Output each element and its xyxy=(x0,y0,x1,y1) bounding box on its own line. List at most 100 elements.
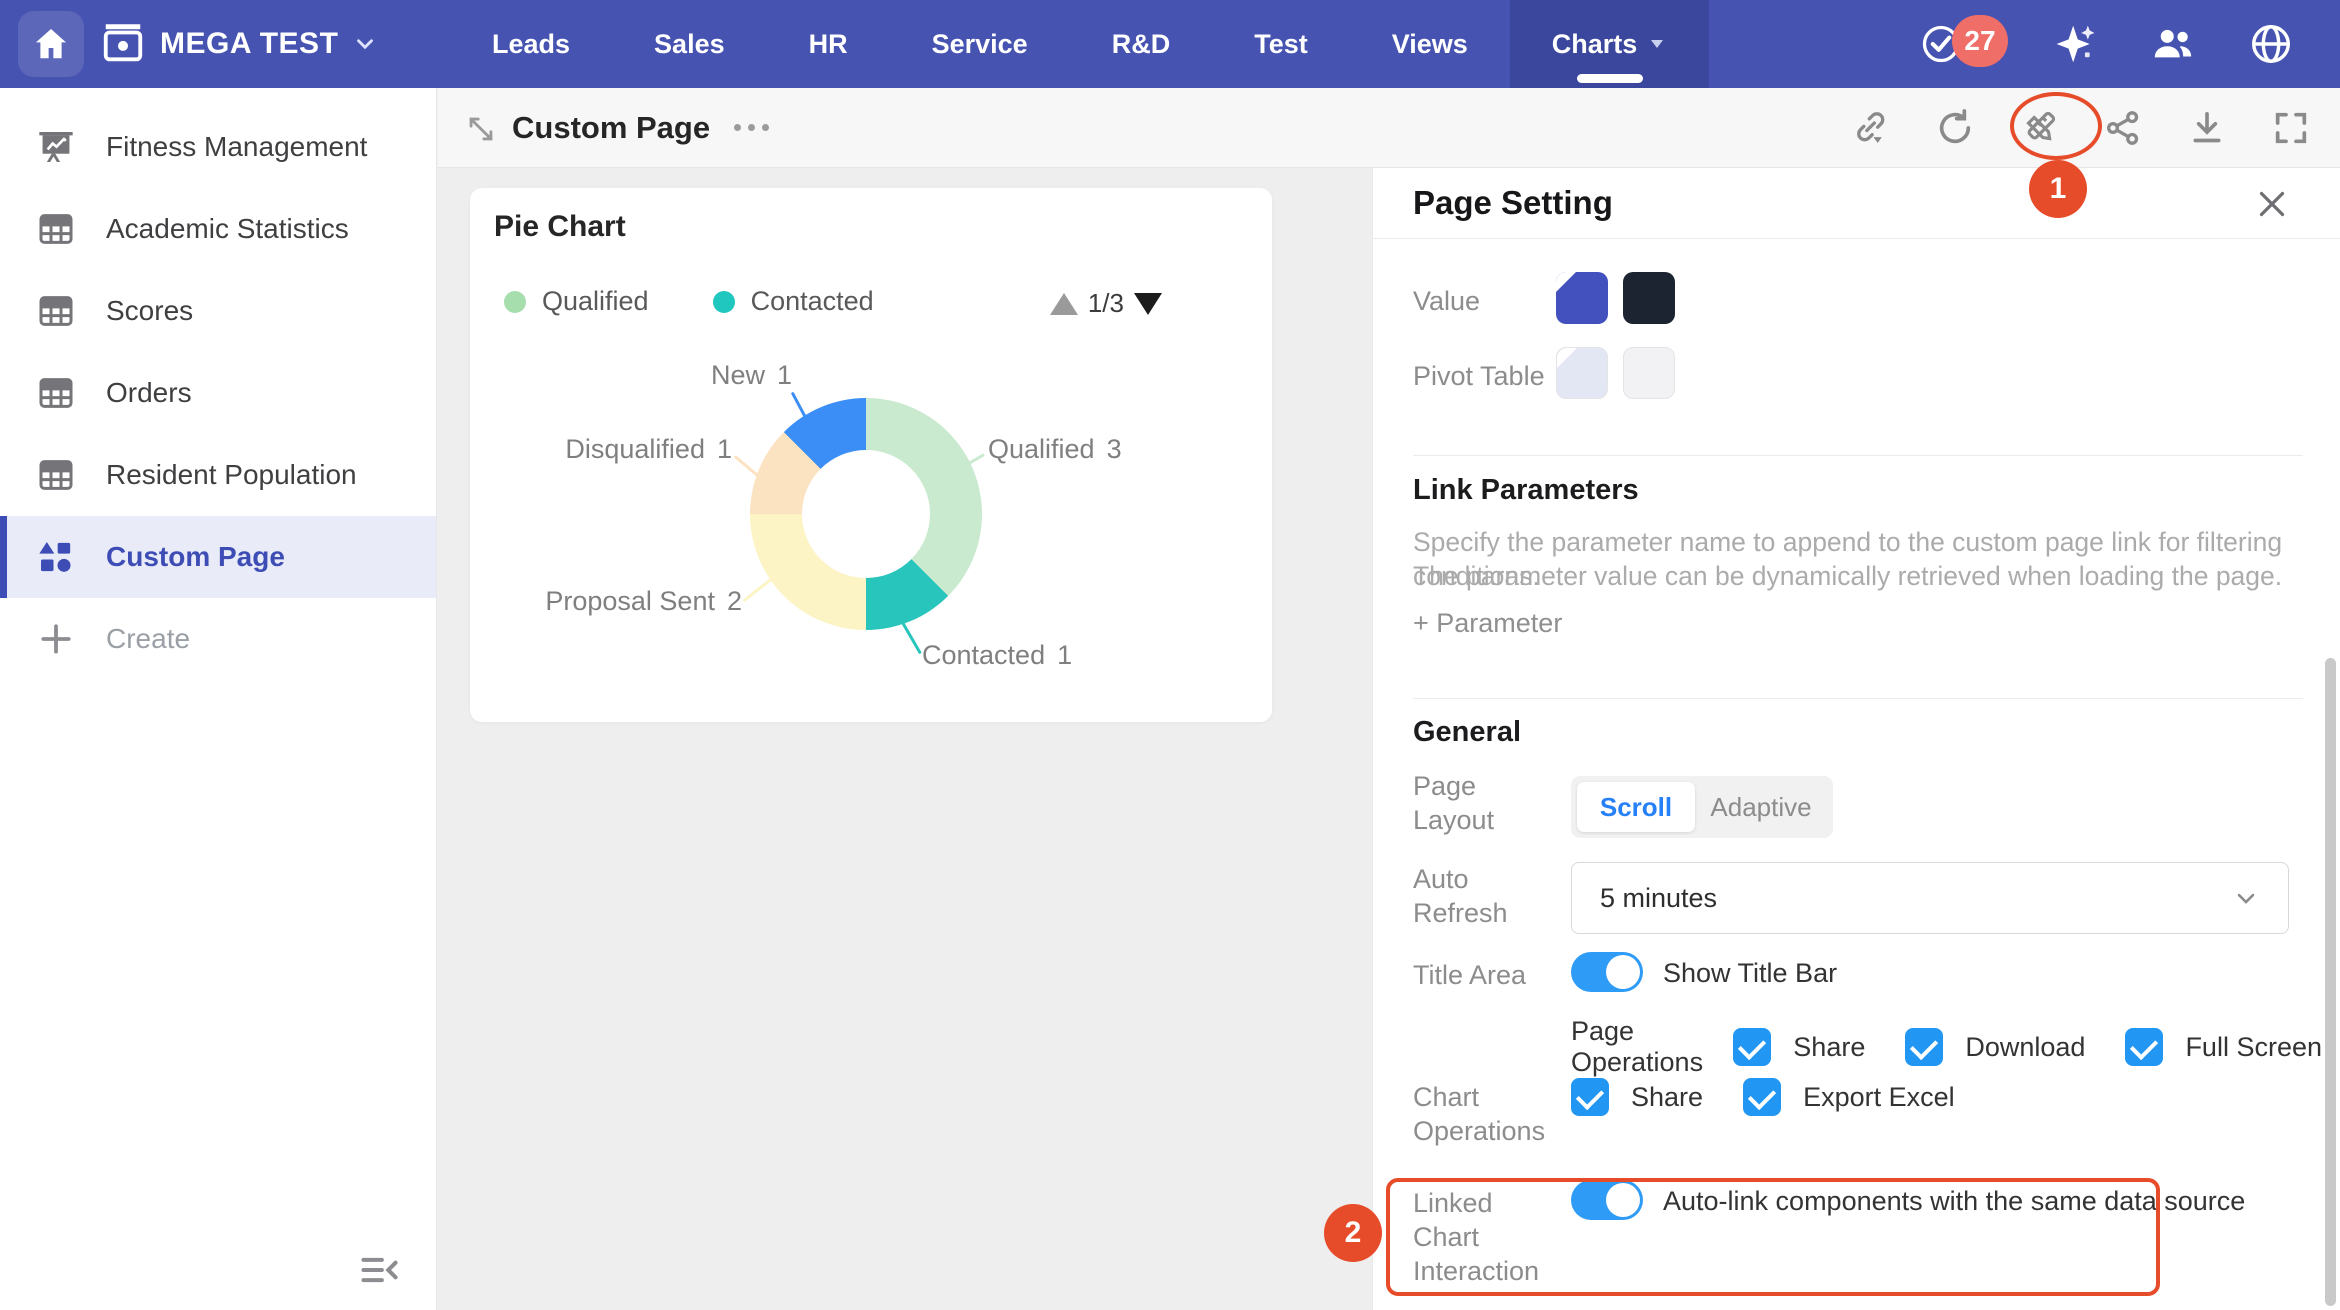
layout-option-adaptive[interactable]: Adaptive xyxy=(1695,782,1827,832)
legend-dot xyxy=(713,291,735,313)
add-parameter-button[interactable]: + Parameter xyxy=(1413,608,1562,639)
home-icon xyxy=(32,25,70,63)
ai-assistant-button[interactable] xyxy=(2052,21,2098,67)
linked-chart-interaction-label: Linked Chart Interaction xyxy=(1413,1186,1561,1288)
caret-down-icon xyxy=(1647,34,1667,54)
page-layout-label: Page Layout xyxy=(1413,769,1561,837)
page-header: Custom Page xyxy=(438,88,2340,168)
sidebar-item-scores[interactable]: Scores xyxy=(0,270,436,352)
download-checkbox[interactable] xyxy=(1905,1028,1943,1066)
page-title: Custom Page xyxy=(512,110,710,146)
plus-icon xyxy=(36,619,76,659)
chart-operations-row: Share Export Excel xyxy=(1571,1078,1973,1116)
nav-tab-test[interactable]: Test xyxy=(1212,0,1350,88)
auto-refresh-label: Auto Refresh xyxy=(1413,862,1561,930)
topbar-utilities: 27 xyxy=(1918,0,2294,88)
diagonal-resize-icon[interactable] xyxy=(464,112,498,146)
nav-tab-hr[interactable]: HR xyxy=(767,0,890,88)
users-icon xyxy=(2150,21,2196,67)
auto-refresh-select[interactable]: 5 minutes xyxy=(1571,862,2289,934)
close-panel-button[interactable] xyxy=(2250,182,2294,226)
sidebar-item-orders[interactable]: Orders xyxy=(0,352,436,434)
pivot-color-swatch-primary[interactable] xyxy=(1556,347,1608,399)
language-button[interactable] xyxy=(2248,21,2294,67)
auto-refresh-value: 5 minutes xyxy=(1600,883,1717,914)
sidebar-item-custom-page[interactable]: Custom Page xyxy=(0,516,436,598)
sidebar-item-resident-population[interactable]: Resident Population xyxy=(0,434,436,516)
collapse-sidebar-button[interactable] xyxy=(352,1248,408,1292)
full-screen-checkbox[interactable] xyxy=(2125,1028,2163,1066)
nav-tab-sales[interactable]: Sales xyxy=(612,0,767,88)
nav-tab-rd[interactable]: R&D xyxy=(1070,0,1213,88)
page-operations-row: Page Operations Share Download Full Scre… xyxy=(1571,1016,2340,1078)
sparkle-icon xyxy=(2053,22,2097,66)
nav-tab-leads[interactable]: Leads xyxy=(450,0,612,88)
show-title-bar-toggle[interactable] xyxy=(1571,952,1643,992)
slice-label-contacted: Contacted1 xyxy=(922,640,1072,671)
download-icon[interactable] xyxy=(2186,107,2228,149)
chart-operations-label: Chart Operations xyxy=(1413,1080,1561,1148)
annotation-step-1: 1 xyxy=(2029,160,2087,218)
sidebar-item-label: Custom Page xyxy=(106,541,285,573)
page-up-icon[interactable] xyxy=(1050,293,1078,315)
page-layout-segmented-control: Scroll Adaptive xyxy=(1571,776,1833,838)
slice-label-qualified: Qualified3 xyxy=(988,434,1122,465)
pivot-color-swatch-secondary[interactable] xyxy=(1623,347,1675,399)
legend-item-qualified[interactable]: Qualified xyxy=(504,286,649,317)
fullscreen-icon[interactable] xyxy=(2270,107,2312,149)
legend-pager: 1/3 xyxy=(1050,288,1162,319)
slice-tick xyxy=(901,622,922,655)
members-button[interactable] xyxy=(2150,21,2196,67)
value-swatches xyxy=(1556,272,1675,324)
top-navigation-bar: MEGA TEST Leads Sales HR Service R&D Tes… xyxy=(0,0,2340,88)
presentation-chart-icon xyxy=(36,127,76,167)
workspace-switcher[interactable]: MEGA TEST xyxy=(100,0,378,88)
pie-chart-card[interactable]: Pie Chart Qualified Contacted 1/3 New1 D… xyxy=(470,188,1272,722)
sidebar-create-label: Create xyxy=(106,623,190,655)
value-color-swatch-primary[interactable] xyxy=(1556,272,1608,324)
legend-page-indicator: 1/3 xyxy=(1088,288,1124,319)
layout-option-scroll[interactable]: Scroll xyxy=(1577,782,1695,832)
globe-icon xyxy=(2248,21,2294,67)
slice-tick xyxy=(734,455,762,479)
page-down-icon[interactable] xyxy=(1134,293,1162,315)
sidebar-item-label: Fitness Management xyxy=(106,131,367,163)
sidebar-item-fitness-management[interactable]: Fitness Management xyxy=(0,106,436,188)
tools-icon[interactable] xyxy=(2018,107,2060,149)
nav-tab-charts[interactable]: Charts xyxy=(1510,0,1710,88)
panel-scrollbar[interactable] xyxy=(2325,658,2336,1306)
notification-badge: 27 xyxy=(1952,15,2008,67)
value-color-swatch-secondary[interactable] xyxy=(1623,272,1675,324)
table-icon xyxy=(36,209,76,249)
nav-tab-service[interactable]: Service xyxy=(890,0,1070,88)
page-toolbar xyxy=(1850,88,2312,168)
sidebar-item-label: Academic Statistics xyxy=(106,213,349,245)
refresh-icon[interactable] xyxy=(1934,107,1976,149)
link-icon[interactable] xyxy=(1850,107,1892,149)
export-excel-checkbox[interactable] xyxy=(1743,1078,1781,1116)
home-button[interactable] xyxy=(18,11,84,77)
chart-share-checkbox[interactable] xyxy=(1571,1078,1609,1116)
approvals-button[interactable]: 27 xyxy=(1918,21,1964,67)
nav-tab-views[interactable]: Views xyxy=(1350,0,1510,88)
sidebar-item-academic-statistics[interactable]: Academic Statistics xyxy=(0,188,436,270)
legend-item-contacted[interactable]: Contacted xyxy=(713,286,874,317)
title-area-label: Title Area xyxy=(1413,958,1561,992)
workspace-icon xyxy=(100,21,146,67)
sidebar: Fitness Management Academic Statistics S… xyxy=(0,88,437,1310)
auto-link-toggle[interactable] xyxy=(1571,1180,1643,1220)
sidebar-item-label: Orders xyxy=(106,377,192,409)
shapes-icon xyxy=(36,537,76,577)
share-icon[interactable] xyxy=(2102,107,2144,149)
chevron-down-icon xyxy=(352,31,378,57)
slice-label-new: New1 xyxy=(600,360,792,391)
auto-link-label: Auto-link components with the same data … xyxy=(1663,1186,2245,1217)
more-options-icon[interactable] xyxy=(734,124,769,131)
pivot-swatches xyxy=(1556,347,1675,399)
general-heading: General xyxy=(1413,716,1521,749)
sidebar-create-button[interactable]: Create xyxy=(0,598,436,680)
collapse-sidebar-icon xyxy=(358,1248,402,1292)
slice-tick xyxy=(742,578,772,603)
donut-chart[interactable] xyxy=(750,398,982,630)
share-checkbox[interactable] xyxy=(1733,1028,1771,1066)
